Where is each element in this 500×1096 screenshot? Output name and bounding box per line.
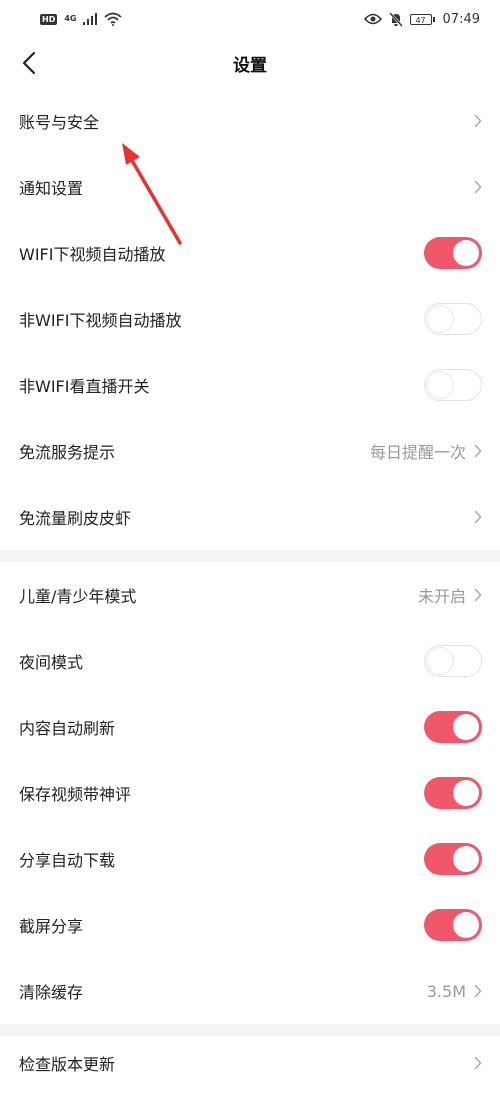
settings-row[interactable]: 免流量刷皮皮虾 [0,484,500,550]
chevron-right-icon [474,180,482,194]
signal-icon [83,13,98,25]
settings-section-preferences: 儿童/青少年模式 未开启夜间模式内容自动刷新 保存视频带神评 分享自动下载 截屏分享清除… [0,562,500,1024]
row-accessory [424,777,482,809]
settings-row[interactable]: 清除缓存 3.5M [0,958,500,1024]
row-label: 内容自动刷新 [19,719,116,738]
row-label: 检查版本更新 [19,1055,116,1074]
section-divider [0,550,500,562]
toggle-knob [453,912,479,938]
toggle-knob [453,240,479,266]
bell-muted-icon [388,11,403,27]
toggle-switch[interactable] [424,777,482,809]
settings-row[interactable]: 非WIFI下视频自动播放 [0,286,500,352]
settings-row[interactable]: 非WIFI看直播开关 [0,352,500,418]
toggle-knob [427,648,453,674]
row-label: WIFI下视频自动播放 [19,245,166,264]
toggle-knob [453,714,479,740]
row-label: 免流量刷皮皮虾 [19,509,132,528]
chevron-right-icon [474,510,482,524]
settings-row[interactable]: 分享自动下载 [0,826,500,892]
settings-row[interactable]: 儿童/青少年模式 未开启 [0,562,500,628]
eye-icon [363,13,382,25]
row-label: 儿童/青少年模式 [19,587,137,606]
row-value: 3.5M [426,981,466,1001]
row-accessory: 未开启 [418,583,482,607]
row-accessory [474,180,482,194]
chevron-left-icon [22,51,36,75]
toggle-switch[interactable] [424,711,482,743]
status-left: HD 4G [40,12,123,26]
settings-list: 账号与安全通知设置 WIFI下视频自动播放 非WIFI下视频自动播放 非WIFI看直播… [0,88,500,1036]
toggle-switch[interactable] [424,237,482,269]
row-label: 非WIFI看直播开关 [19,377,150,396]
row-accessory [424,909,482,941]
toggle-switch[interactable] [424,909,482,941]
row-accessory: 3.5M [427,982,482,1001]
settings-row-check-update[interactable]: 检查版本更新 [0,1030,500,1096]
settings-row[interactable]: 内容自动刷新 [0,694,500,760]
settings-section-general: 账号与安全通知设置 WIFI下视频自动播放 非WIFI下视频自动播放 非WIFI看直播… [0,88,500,550]
row-value: 未开启 [417,587,466,606]
chevron-right-icon [474,444,482,458]
status-bar: HD 4G 47 07:49 [0,0,500,38]
settings-row[interactable]: 夜间模式 [0,628,500,694]
toggle-switch[interactable] [424,303,482,335]
hd-badge: HD [40,13,58,25]
page-title: 设置 [233,55,267,76]
row-accessory: 每日提醒一次 [370,439,482,463]
status-time: 07:49 [442,11,480,27]
row-accessory [474,114,482,128]
battery-icon: 47 [409,13,435,25]
row-label: 夜间模式 [19,653,84,672]
row-value: 每日提醒一次 [369,443,466,462]
row-accessory [424,369,482,401]
settings-row[interactable]: 保存视频带神评 [0,760,500,826]
row-label: 账号与安全 [19,113,100,132]
row-label: 免流服务提示 [19,443,116,462]
toggle-knob [427,372,453,398]
settings-row[interactable]: 通知设置 [0,154,500,220]
settings-row[interactable]: WIFI下视频自动播放 [0,220,500,286]
row-accessory [474,510,482,524]
row-accessory [424,645,482,677]
row-accessory [424,303,482,335]
toggle-knob [453,846,479,872]
chevron-right-icon [474,984,482,998]
back-button[interactable] [14,48,44,78]
row-accessory [424,711,482,743]
row-label: 分享自动下载 [19,851,116,870]
row-label: 截屏分享 [19,917,84,936]
chevron-right-icon [474,588,482,602]
network-type: 4G [64,14,77,23]
status-right: 47 07:49 [363,11,480,27]
row-label: 保存视频带神评 [19,785,132,804]
row-label: 通知设置 [19,179,84,198]
row-label: 非WIFI下视频自动播放 [19,311,182,330]
row-accessory [424,843,482,875]
toggle-switch[interactable] [424,645,482,677]
toggle-knob [427,306,453,332]
settings-row[interactable]: 账号与安全 [0,88,500,154]
wifi-icon [104,12,123,26]
toggle-knob [453,780,479,806]
settings-row[interactable]: 截屏分享 [0,892,500,958]
row-accessory [424,237,482,269]
row-label: 清除缓存 [19,983,84,1002]
chevron-right-icon [474,114,482,128]
toggle-switch[interactable] [424,369,482,401]
settings-row[interactable]: 免流服务提示 每日提醒一次 [0,418,500,484]
chevron-right-icon [474,1056,482,1070]
nav-bar: 设置 [0,38,500,88]
toggle-switch[interactable] [424,843,482,875]
